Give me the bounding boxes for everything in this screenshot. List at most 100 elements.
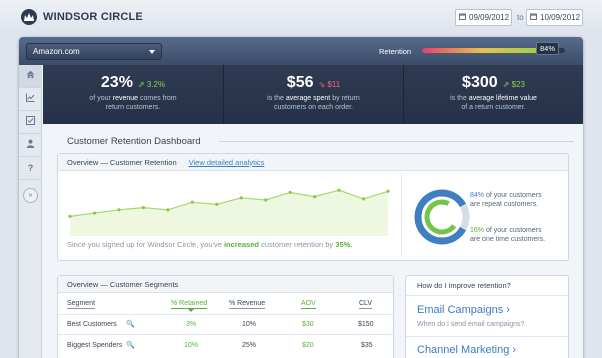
retention-donut-chart bbox=[414, 189, 470, 245]
retention-point[interactable] bbox=[166, 208, 170, 212]
stats-bar: 23% ⇗ 3.2% of your revenue comes from retur… bbox=[43, 65, 583, 124]
search-icon[interactable]: 🔍 bbox=[126, 341, 135, 349]
trend-down-icon: ⇘ bbox=[318, 80, 326, 89]
expand-icon: » bbox=[28, 192, 33, 199]
segments-card: Overview — Customer Segments Segment % R… bbox=[57, 275, 394, 358]
segments-title: Overview — Customer Segments bbox=[67, 279, 179, 289]
channel-marketing-link[interactable]: Channel Marketing › bbox=[417, 344, 516, 356]
row-divider bbox=[58, 334, 393, 335]
stat-change-value: $23 bbox=[511, 80, 525, 89]
sidebar-item-customers[interactable] bbox=[19, 134, 42, 157]
onetime-text-2: are one time customers. bbox=[470, 236, 546, 243]
email-campaigns-link[interactable]: Email Campaigns › bbox=[417, 304, 510, 316]
stat-value: $300 bbox=[462, 74, 498, 91]
col-clv[interactable]: CLV bbox=[359, 300, 373, 309]
date-from-field[interactable]: 09/09/2012 bbox=[455, 9, 512, 26]
stat-desc-line2: of a return customer. bbox=[461, 104, 526, 111]
sidebar-item-home[interactable] bbox=[19, 65, 42, 88]
retention-point[interactable] bbox=[313, 195, 317, 199]
help-title: How do I improve retention? bbox=[417, 281, 511, 290]
title-divider bbox=[219, 141, 574, 142]
date-to-value: 10/09/2012 bbox=[540, 13, 581, 22]
date-to-field[interactable]: 10/09/2012 bbox=[526, 9, 583, 26]
retention-overview-header: Overview — Customer Retention View detai… bbox=[58, 154, 568, 171]
retention-point[interactable] bbox=[92, 211, 97, 215]
revenue-value: 25% bbox=[242, 342, 257, 349]
help-divider bbox=[406, 336, 568, 337]
caption-text-2: customer retention by bbox=[261, 240, 334, 249]
retention-point[interactable] bbox=[386, 189, 390, 193]
segment-name: Biggest Spenders bbox=[67, 342, 123, 349]
retention-overview-card: Overview — Customer Retention View detai… bbox=[57, 153, 569, 261]
retention-area bbox=[70, 190, 388, 236]
retention-line-chart bbox=[68, 188, 390, 236]
store-select-value: Amazon.com bbox=[33, 47, 80, 56]
stat-desc-line2: return customers. bbox=[105, 104, 161, 111]
col-retained[interactable]: % Retained bbox=[171, 300, 208, 309]
email-campaigns-subtext: When do I send email campaigns? bbox=[417, 321, 525, 328]
sidebar-item-tasks[interactable] bbox=[19, 111, 42, 134]
sort-arrow-icon bbox=[188, 309, 194, 312]
sidebar-item-analytics[interactable] bbox=[19, 88, 42, 111]
stat-change-value: 3.2% bbox=[146, 80, 166, 89]
stat-desc-post: by return bbox=[332, 95, 360, 102]
retention-overview-title: Overview — Customer Retention bbox=[67, 157, 177, 167]
stat-value: 23% bbox=[100, 74, 133, 91]
retention-point[interactable] bbox=[68, 214, 72, 218]
clv-value: $35 bbox=[361, 342, 373, 349]
app-header: Amazon.com Retention 84% bbox=[19, 37, 583, 65]
repeat-pct: 84% bbox=[470, 192, 485, 199]
stat-change: ⇗ $23 bbox=[503, 80, 525, 89]
stat-description: is the average spent by return customers … bbox=[224, 94, 403, 112]
help-divider bbox=[406, 295, 568, 296]
brand-logo[interactable]: WINDSOR CIRCLE bbox=[21, 9, 143, 25]
expand-sidebar-button[interactable]: » bbox=[23, 188, 38, 203]
sidebar: ? » bbox=[19, 65, 42, 358]
retention-point[interactable] bbox=[117, 208, 121, 212]
trend-up-icon: ⇗ bbox=[137, 80, 145, 89]
caption-value: 35%. bbox=[335, 240, 353, 249]
brand-name: WINDSOR CIRCLE bbox=[43, 11, 143, 23]
retention-point[interactable] bbox=[190, 200, 194, 204]
stat-desc-line2: customers on each order. bbox=[274, 104, 353, 111]
calendar-icon bbox=[530, 13, 537, 22]
donut-remainder-arc[interactable] bbox=[459, 203, 470, 231]
row-divider bbox=[58, 314, 393, 315]
retention-point[interactable] bbox=[288, 190, 292, 194]
stat-desc-pre: is the bbox=[450, 95, 467, 102]
retention-point[interactable] bbox=[264, 198, 268, 202]
stat-desc-bold: average spent bbox=[285, 95, 331, 102]
segment-name: Best Customers bbox=[67, 321, 117, 328]
checklist-icon bbox=[26, 116, 35, 128]
repeat-text-2: are repeat customers. bbox=[470, 201, 539, 208]
sidebar-item-help[interactable]: ? bbox=[19, 157, 42, 180]
retention-point[interactable] bbox=[215, 202, 219, 206]
retention-point[interactable] bbox=[337, 188, 341, 192]
onetime-text-1: of your customers bbox=[485, 227, 542, 234]
stat-value: $56 bbox=[286, 74, 314, 91]
col-aov[interactable]: AOV bbox=[301, 300, 316, 309]
search-icon[interactable]: 🔍 bbox=[126, 320, 135, 328]
stat-change: ⇘ $11 bbox=[319, 80, 341, 89]
retention-point[interactable] bbox=[141, 206, 145, 210]
stat-desc-bold: revenue bbox=[112, 95, 139, 102]
onetime-customers-arc[interactable] bbox=[424, 199, 457, 235]
retained-value: 10% bbox=[184, 342, 199, 349]
store-select[interactable]: Amazon.com bbox=[26, 43, 162, 60]
calendar-icon bbox=[459, 13, 466, 22]
view-analytics-link[interactable]: View detailed analytics bbox=[189, 158, 265, 167]
stat-description: is the average lifetime value of a retur… bbox=[404, 94, 583, 112]
retention-point[interactable] bbox=[361, 197, 366, 201]
stat-desc-pre: of your bbox=[89, 95, 111, 102]
retention-label: Retention bbox=[379, 47, 412, 56]
help-icon: ? bbox=[27, 163, 34, 173]
card-divider bbox=[401, 173, 402, 255]
stat-desc-bold: average lifetime value bbox=[468, 95, 537, 102]
retention-caption: Since you signed up for Windsor Circle, … bbox=[67, 240, 352, 249]
col-segment[interactable]: Segment bbox=[67, 300, 96, 309]
col-revenue[interactable]: % Revenue bbox=[229, 300, 266, 309]
dashboard-title: Customer Retention Dashboard bbox=[67, 136, 201, 147]
retention-point[interactable] bbox=[239, 196, 243, 200]
repeat-text-1: of your customers bbox=[485, 192, 542, 199]
retained-value: 3% bbox=[186, 321, 197, 328]
